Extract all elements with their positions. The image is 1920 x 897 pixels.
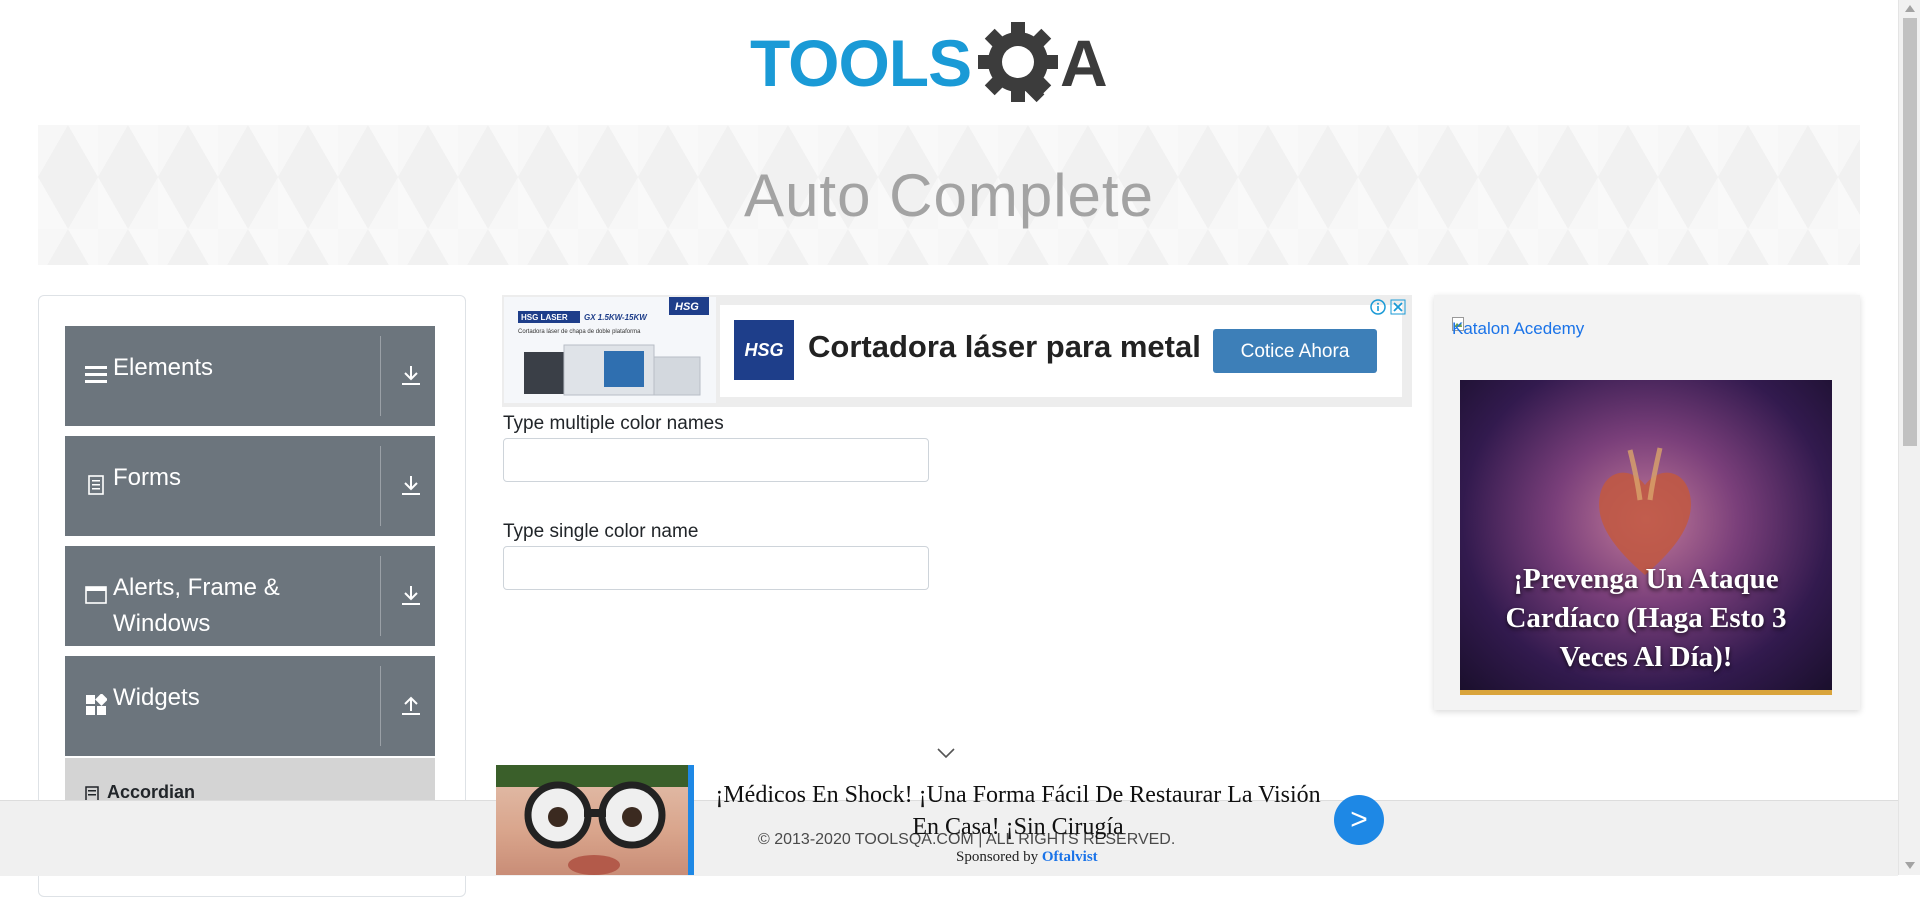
divider [380,446,381,526]
chevron-down-icon[interactable] [936,746,956,760]
eye-exam-image[interactable] [496,765,688,875]
download-arrow-icon [402,476,420,495]
single-color-input[interactable] [503,546,929,590]
ad-close-icon[interactable] [1390,299,1406,315]
sidebar-group-elements[interactable]: Elements [65,326,435,426]
gear-icon [978,22,1058,103]
ad-next-button[interactable]: > [1334,795,1384,845]
sidebar-group-label: Forms [113,464,181,491]
logo-text-left: TOOLS [750,26,971,100]
window-icon [85,586,107,604]
download-arrow-icon [402,366,420,385]
ad-thumb-brand: HSG [675,301,699,313]
divider [380,556,381,636]
page-banner: Auto Complete [38,125,1860,265]
top-advertisement[interactable]: HSG LASER GX 1.5KW-15KW Cortadora láser … [502,295,1412,407]
sidebar-group-alerts-frame-windows[interactable]: Alerts, Frame & Windows [65,546,435,646]
ad-thumb-tag-text: HSG LASER [521,313,568,322]
sidebar-group-label: Elements [113,354,214,381]
vertical-scrollbar[interactable] [1898,0,1920,875]
grid-icon [86,694,107,715]
scroll-down-icon[interactable] [1905,862,1915,870]
heart-illustration [1599,447,1691,575]
ad-brand-logo: HSG [734,320,794,380]
single-color-label: Type single color name [503,521,699,542]
scroll-up-icon[interactable] [1905,4,1915,12]
upload-arrow-icon [402,696,420,715]
bottom-ad-text[interactable]: ¡Médicos En Shock! ¡Una Forma Fácil De R… [708,779,1328,843]
ad-headline[interactable]: Cortadora láser para metal [808,329,1201,365]
toolsqa-logo[interactable]: TOOLS A [750,18,1155,113]
katalon-academy-link[interactable]: Katalon Acedemy [1452,319,1584,339]
sponsored-by: Sponsored by Oftalvist [956,849,1098,866]
divider [380,336,381,416]
ad-cta-button[interactable]: Cotice Ahora [1213,329,1377,373]
right-advertisement[interactable]: Katalon Acedemy ¡Prevenga Un Ataque Card… [1434,295,1860,710]
ad-info-icon[interactable] [1370,299,1386,315]
download-arrow-icon [402,586,420,605]
heart-ad-image[interactable]: ¡Prevenga Un Ataque Cardíaco (Haga Esto … [1460,380,1832,695]
multi-color-input[interactable] [503,438,929,482]
sidebar-group-label: Alerts, Frame & Windows [113,574,280,637]
sidebar-group-widgets[interactable]: Widgets [65,656,435,756]
heart-ad-caption: ¡Prevenga Un Ataque Cardíaco (Haga Esto … [1505,563,1787,673]
page-title: Auto Complete [744,162,1154,229]
sidebar-group-label: Widgets [113,684,200,711]
ad-thumb-caption: Cortadora láser de chapa de doble plataf… [518,329,641,335]
ad-card[interactable]: HSG Cortadora láser para metal Cotice Ah… [720,305,1402,397]
ad-product-image: HSG LASER GX 1.5KW-15KW Cortadora láser … [504,297,716,403]
document-icon [88,475,104,495]
multi-color-label: Type multiple color names [503,413,724,434]
hamburger-icon [85,366,107,383]
sidebar-group-forms[interactable]: Forms [65,436,435,536]
logo-text-right: A [1060,26,1108,100]
divider [380,666,381,746]
bottom-advertisement[interactable]: ¡Médicos En Shock! ¡Una Forma Fácil De R… [496,765,1396,875]
sponsored-prefix: Sponsored by [956,849,1039,865]
ad-accent-bar [688,765,694,875]
sponsor-link[interactable]: Oftalvist [1042,849,1098,865]
ad-thumb-model: GX 1.5KW-15KW [584,313,648,322]
scrollbar-thumb[interactable] [1903,18,1917,446]
